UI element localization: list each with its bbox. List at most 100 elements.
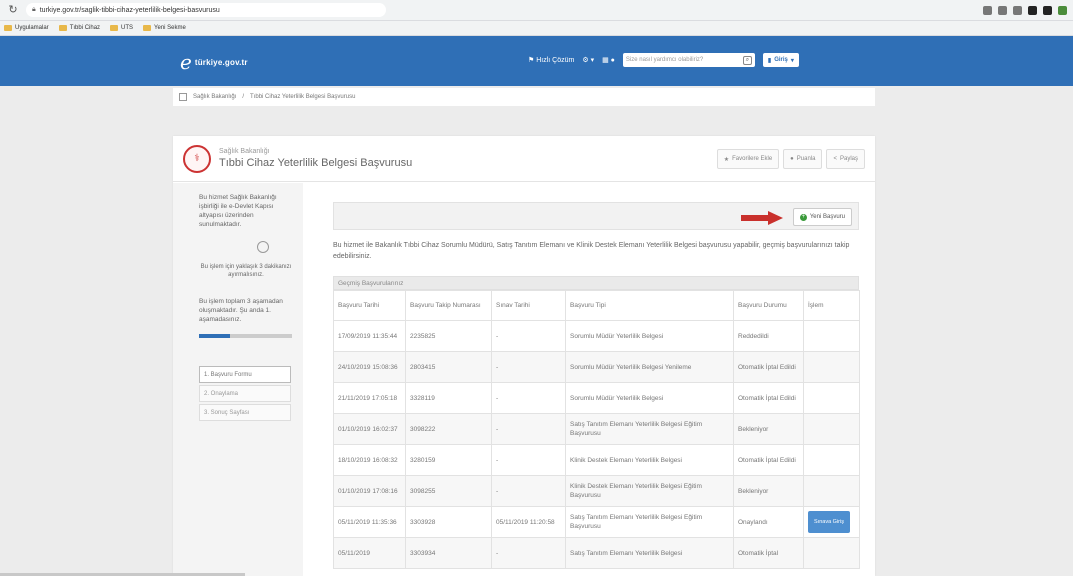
- cell-exam-date: -: [491, 351, 566, 383]
- cell-status: Otomatik İptal Edildi: [733, 382, 804, 414]
- folder-icon: [4, 25, 12, 31]
- cell-type: Sorumlu Müdür Yeterlilik Belgesi Yenilem…: [565, 351, 734, 383]
- share-icon: <: [833, 156, 837, 162]
- cell-action: Sınava Giriş: [803, 506, 860, 538]
- cell-exam-date: -: [491, 413, 566, 445]
- share-button[interactable]: < Paylaş: [826, 149, 865, 169]
- cell-type: Satış Tanıtım Elemanı Yeterlilik Belgesi: [565, 537, 734, 569]
- step-item-result: 3. Sonuç Sayfası: [199, 404, 291, 421]
- cell-date: 18/10/2019 16:08:32: [333, 444, 406, 476]
- search-input[interactable]: Size nasıl yardımcı olabiliriz? ⌕: [622, 53, 755, 67]
- cell-action: [803, 351, 860, 383]
- quick-solution-link[interactable]: ⚑ Hızlı Çözüm: [528, 56, 574, 64]
- cell-status: Reddedildi: [733, 320, 804, 352]
- service-card: ⚕ Sağlık Bakanlığı Tıbbi Cihaz Yeterlili…: [173, 136, 875, 576]
- extension-icon[interactable]: [983, 5, 992, 15]
- cell-exam-date: -: [491, 475, 566, 507]
- plus-icon: +: [799, 213, 807, 221]
- cell-status: Bekleniyor: [733, 413, 804, 445]
- new-application-button[interactable]: + Yeni Başvuru: [792, 208, 852, 226]
- sidebar: Bu hizmet Sağlık Bakanlığı işbirliği ile…: [173, 183, 303, 576]
- cell-type: Sorumlu Müdür Yeterlilik Belgesi: [565, 382, 734, 414]
- table-row: 18/10/2019 16:08:32 3280159 - Klinik Des…: [333, 444, 860, 476]
- star-icon[interactable]: [1013, 5, 1022, 15]
- rate-button[interactable]: ● Puanla: [783, 149, 823, 169]
- ministry-logo-icon: ⚕: [183, 144, 211, 173]
- extension-icon[interactable]: [998, 5, 1007, 15]
- cell-status: Onaylandı: [733, 506, 804, 538]
- service-info-text: Bu hizmet Sağlık Bakanlığı işbirliği ile…: [199, 194, 277, 228]
- main-content: + Yeni Başvuru Bu hizmet ile Bakanlık Tı…: [333, 202, 860, 569]
- bookmark-item[interactable]: UTS: [110, 25, 133, 31]
- cell-type: Sorumlu Müdür Yeterlilik Belgesi: [565, 320, 734, 352]
- table-title: Geçmiş Başvurularınız: [333, 276, 859, 290]
- cell-type: Klinik Destek Elemanı Yeterlilik Belgesi…: [565, 475, 734, 507]
- table-row: 05/11/2019 3303934 - Satış Tanıtım Elema…: [333, 537, 860, 569]
- action-bar: + Yeni Başvuru: [333, 202, 859, 230]
- cell-date: 17/09/2019 11:35:44: [333, 320, 406, 352]
- step-item-form[interactable]: 1. Başvuru Formu: [199, 366, 291, 383]
- cell-date: 24/10/2019 15:08:36: [333, 351, 406, 383]
- column-header: Başvuru Tarihi: [333, 290, 406, 321]
- cell-tracking-no: 2803415: [405, 351, 492, 383]
- cell-status: Otomatik İptal Edildi: [733, 351, 804, 383]
- cell-action: [803, 444, 860, 476]
- bookmark-item[interactable]: Yeni Sekme: [143, 25, 186, 31]
- cell-tracking-no: 3303928: [405, 506, 492, 538]
- folder-icon: [143, 25, 152, 31]
- table-row: 05/11/2019 11:35:36 3303928 05/11/2019 1…: [333, 506, 860, 538]
- column-header: Sınav Tarihi: [491, 290, 566, 321]
- comment-icon: ●: [790, 156, 794, 162]
- bookmarks-bar: Uygulamalar Tıbbi Cihaz UTS Yeni Sekme: [0, 21, 1073, 36]
- card-header: ⚕ Sağlık Bakanlığı Tıbbi Cihaz Yeterlili…: [173, 136, 875, 182]
- cell-tracking-no: 2235825: [405, 320, 492, 352]
- cell-exam-date: 05/11/2019 11:20:58: [491, 506, 566, 538]
- bookmark-item[interactable]: Uygulamalar: [4, 25, 49, 31]
- cell-action: [803, 537, 860, 569]
- site-logo[interactable]: e türkiye.gov.tr: [180, 52, 248, 72]
- cell-action: [803, 475, 860, 507]
- step-info-text: Bu işlem toplam 3 aşamadan oluşmaktadır.…: [199, 298, 283, 323]
- cell-tracking-no: 3098255: [405, 475, 492, 507]
- cell-tracking-no: 3303934: [405, 537, 492, 569]
- star-icon: ★: [723, 156, 730, 163]
- extension-icon[interactable]: [1043, 5, 1052, 15]
- exam-entry-button[interactable]: Sınava Giriş: [808, 511, 850, 533]
- grid-menu-icon[interactable]: ▦ ●: [602, 56, 615, 64]
- chevron-down-icon: ▾: [790, 57, 794, 64]
- url-text: turkiye.gov.tr/saglik-tibbi-cihaz-yeterl…: [39, 6, 220, 14]
- column-header: İşlem: [803, 290, 860, 321]
- cell-date: 05/11/2019: [333, 537, 406, 569]
- user-icon: ▮: [767, 57, 772, 64]
- extension-icon[interactable]: [1028, 5, 1037, 15]
- column-header: Başvuru Durumu: [733, 290, 804, 321]
- ministry-name: Sağlık Bakanlığı: [219, 148, 270, 155]
- cell-exam-date: -: [491, 444, 566, 476]
- lock-icon: 🔒︎: [32, 6, 36, 13]
- cell-tracking-no: 3280159: [405, 444, 492, 476]
- address-bar[interactable]: 🔒︎ turkiye.gov.tr/saglik-tibbi-cihaz-yet…: [26, 3, 386, 17]
- login-button[interactable]: ▮ Giriş ▾: [762, 53, 799, 67]
- step-item-confirm: 2. Onaylama: [199, 385, 291, 402]
- reload-icon[interactable]: ↻: [6, 3, 20, 17]
- arrow-right-icon: [741, 211, 783, 225]
- cell-action: [803, 320, 860, 352]
- duration-text: Bu işlem için yaklaşık 3 dakikanızı ayır…: [200, 264, 292, 278]
- bookmark-item[interactable]: Tıbbi Cihaz: [58, 25, 100, 31]
- progress-fill: [199, 334, 230, 338]
- home-icon[interactable]: [179, 93, 187, 101]
- search-icon[interactable]: ⌕: [742, 55, 752, 65]
- favorite-button[interactable]: ★ Favorilere Ekle: [716, 149, 780, 169]
- table-row: 01/10/2019 16:02:37 3098222 - Satış Tanı…: [333, 413, 860, 445]
- breadcrumb-item[interactable]: Sağlık Bakanlığı: [193, 94, 236, 100]
- cell-date: 01/10/2019 17:08:16: [333, 475, 406, 507]
- folder-icon: [58, 25, 67, 31]
- cell-type: Satış Tanıtım Elemanı Yeterlilik Belgesi…: [565, 506, 734, 538]
- accessibility-icon[interactable]: ⚙ ▾: [582, 56, 594, 64]
- profile-icon[interactable]: [1058, 5, 1067, 15]
- breadcrumb-separator: /: [242, 94, 245, 100]
- cell-exam-date: -: [491, 320, 566, 352]
- cell-exam-date: -: [491, 537, 566, 569]
- table-row: 01/10/2019 17:08:16 3098255 - Klinik Des…: [333, 475, 860, 507]
- cell-date: 05/11/2019 11:35:36: [333, 506, 406, 538]
